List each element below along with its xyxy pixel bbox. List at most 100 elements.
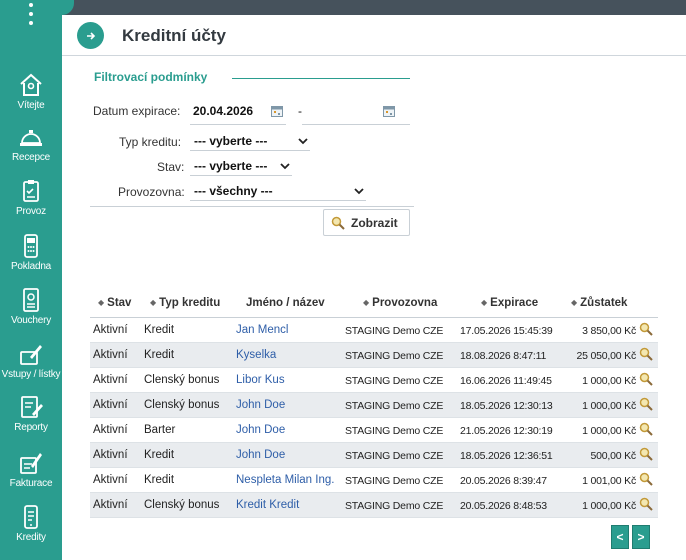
table-row: Aktivní Členský bonus Kredit Kredit STAGING…: [90, 493, 658, 518]
page-title: Kreditní účty: [122, 26, 226, 45]
sidebar-item-label: Vítejte: [17, 100, 45, 111]
cell-typ: Kredit: [144, 324, 175, 336]
cell-jmeno[interactable]: John Doe: [236, 399, 342, 411]
sidebar-item-vitejte[interactable]: Vítejte: [0, 72, 62, 111]
cell-jmeno[interactable]: Kyselka: [236, 349, 342, 361]
sidebar-toggle-button[interactable]: [77, 22, 104, 49]
cell-stav: Aktivní: [93, 399, 128, 411]
detail-magnifier-icon[interactable]: [639, 322, 653, 336]
cell-provozovna: STAGING Demo CZE: [345, 350, 444, 362]
arrow-right-icon: [86, 31, 95, 40]
cell-typ: Kredit: [144, 474, 175, 486]
page-header: Kreditní účty: [62, 15, 686, 56]
sidebar-item-reporty[interactable]: Reporty: [0, 394, 62, 433]
prev-page-button[interactable]: <: [611, 525, 629, 549]
show-button[interactable]: Zobrazit: [323, 209, 410, 236]
calendar-icon[interactable]: [271, 105, 283, 117]
show-button-label: Zobrazit: [351, 215, 398, 230]
sidebar-item-label: Fakturace: [9, 478, 53, 489]
credit-type-value: --- vyberte ---: [194, 134, 268, 148]
cell-expirace: 18.08.2026 8:47:11: [460, 350, 547, 362]
sidebar-item-vstupy[interactable]: Vstupy / lístky: [0, 341, 62, 380]
sidebar: Vítejte Recepce Provoz Pokladna Vouchery…: [0, 0, 62, 560]
detail-magnifier-icon[interactable]: [639, 397, 653, 411]
date-separator: -: [298, 104, 302, 118]
date-to-input[interactable]: [306, 104, 378, 120]
cell-stav: Aktivní: [93, 499, 128, 511]
cell-expirace: 16.06.2026 11:49:45: [460, 375, 552, 387]
sidebar-item-fakturace[interactable]: Fakturace: [0, 450, 62, 489]
magnifier-icon: [331, 216, 345, 230]
cell-jmeno[interactable]: Nespleta Milan Ing.: [236, 474, 342, 486]
cell-expirace: 20.05.2026 8:48:53: [460, 500, 547, 512]
cell-typ: Barter: [144, 424, 176, 436]
cell-typ: Členský bonus: [144, 374, 220, 386]
detail-magnifier-icon[interactable]: [639, 422, 653, 436]
filter-section-title: Filtrovací podmínky: [94, 70, 208, 84]
cell-stav: Aktivní: [93, 324, 128, 336]
date-from-underline: [190, 124, 286, 125]
cell-jmeno[interactable]: John Doe: [236, 424, 342, 436]
clipboard-icon: [23, 180, 39, 202]
cell-jmeno[interactable]: Jan Mencl: [236, 324, 342, 336]
cell-provozovna: STAGING Demo CZE: [345, 475, 444, 487]
credits-table: ◆ Stav ◆ Typ kreditu Jméno / název ◆ Provoz…: [90, 291, 658, 518]
cell-provozovna: STAGING Demo CZE: [345, 500, 444, 512]
cell-jmeno[interactable]: John Doe: [236, 449, 342, 461]
cell-expirace: 20.05.2026 8:39:47: [460, 475, 547, 487]
table-row: Aktivní Barter John Doe STAGING Demo CZE 21.…: [90, 418, 658, 443]
sidebar-item-label: Kredity: [16, 532, 46, 543]
table-row: Aktivní Kredit Jan Mencl STAGING Demo CZE 17…: [90, 318, 658, 343]
sidebar-item-kredity[interactable]: Kredity: [0, 504, 62, 543]
filter-divider: [90, 206, 414, 207]
kebab-menu-icon[interactable]: [26, 3, 36, 25]
cell-expirace: 21.05.2026 12:30:19: [460, 425, 553, 437]
cell-jmeno[interactable]: Libor Kus: [236, 374, 342, 386]
cell-provozovna: STAGING Demo CZE: [345, 425, 444, 437]
chevron-down-icon: [298, 138, 308, 145]
column-header-typ-kreditu[interactable]: ◆ Typ kreditu: [150, 297, 220, 309]
table-row: Aktivní Kredit Kyselka STAGING Demo CZE 18.0…: [90, 343, 658, 368]
sort-icon: ◆: [571, 298, 578, 307]
sidebar-item-vouchery[interactable]: Vouchery: [0, 287, 62, 326]
table-row: Aktivní Členský bonus Libor Kus STAGING Dem…: [90, 368, 658, 393]
branch-select[interactable]: --- všechny ---: [190, 183, 366, 201]
sidebar-item-label: Vstupy / lístky: [1, 369, 61, 380]
state-value: --- vyberte ---: [194, 159, 268, 173]
cell-expirace: 18.05.2026 12:30:13: [460, 400, 553, 412]
cell-zustatek: 3 850,00 Kč: [582, 325, 636, 337]
next-page-button[interactable]: >: [632, 525, 650, 549]
cell-zustatek: 1 000,00 Kč: [582, 375, 636, 387]
column-header-jmeno[interactable]: Jméno / název: [246, 297, 325, 309]
column-header-zustatek[interactable]: ◆ Zůstatek: [571, 297, 627, 309]
cell-jmeno[interactable]: Kredit Kredit: [236, 499, 342, 511]
date-from-input[interactable]: 20.04.2026: [193, 104, 253, 118]
table-row: Aktivní Členský bonus John Doe STAGING Demo…: [90, 393, 658, 418]
cell-typ: Členský bonus: [144, 399, 220, 411]
cell-stav: Aktivní: [93, 349, 128, 361]
sidebar-item-pokladna[interactable]: Pokladna: [0, 233, 62, 272]
sidebar-item-provoz[interactable]: Provoz: [0, 178, 62, 217]
cell-zustatek: 1 000,00 Kč: [582, 500, 636, 512]
sidebar-item-recepce[interactable]: Recepce: [0, 124, 62, 163]
detail-magnifier-icon[interactable]: [639, 347, 653, 361]
detail-magnifier-icon[interactable]: [639, 497, 653, 511]
top-bar: [62, 0, 686, 15]
column-header-stav[interactable]: ◆ Stav: [98, 297, 131, 309]
date-expiration-label: Datum expirace:: [93, 104, 181, 118]
cell-provozovna: STAGING Demo CZE: [345, 450, 444, 462]
cell-provozovna: STAGING Demo CZE: [345, 400, 444, 412]
column-header-expirace[interactable]: ◆ Expirace: [481, 297, 538, 309]
column-header-provozovna[interactable]: ◆ Provozovna: [363, 297, 437, 309]
detail-magnifier-icon[interactable]: [639, 472, 653, 486]
phone-credit-icon: [24, 505, 38, 529]
detail-magnifier-icon[interactable]: [639, 372, 653, 386]
filter-title-divider: [232, 78, 410, 79]
bell-icon: [20, 130, 42, 146]
state-select[interactable]: --- vyberte ---: [190, 158, 292, 176]
calendar-icon[interactable]: [383, 105, 395, 117]
state-label: Stav:: [157, 160, 185, 174]
credit-type-select[interactable]: --- vyberte ---: [190, 133, 310, 151]
cell-zustatek: 500,00 Kč: [590, 450, 637, 462]
detail-magnifier-icon[interactable]: [639, 447, 653, 461]
